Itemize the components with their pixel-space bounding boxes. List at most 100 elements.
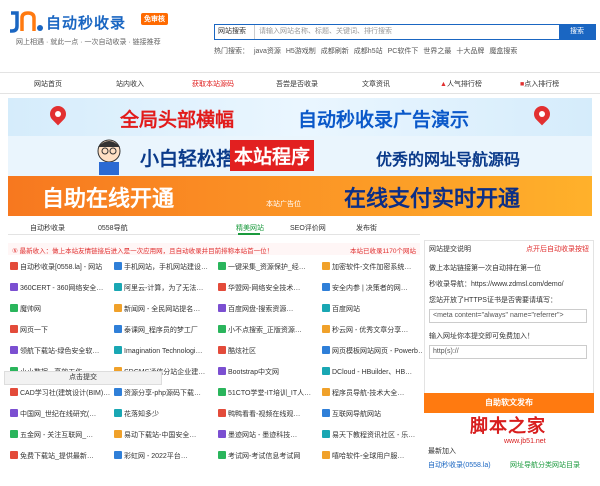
- site-link[interactable]: 秒云网 - 优秀文章分享…: [322, 325, 422, 339]
- site-favicon-icon: [218, 367, 226, 375]
- search-input[interactable]: 请输入网站名称、标题、关键词、排行搜索: [255, 25, 559, 39]
- site-link-label: 互联网导航网站: [332, 411, 381, 418]
- site-favicon-icon: [114, 388, 122, 396]
- site-link-label: 新闻网 - 全民网站提名…: [124, 306, 201, 313]
- site-favicon-icon: [218, 451, 226, 459]
- hot-term[interactable]: 成都刷新: [321, 48, 349, 55]
- site-link[interactable]: 华盟网-网络安全技术…: [218, 283, 318, 297]
- site-favicon-icon: [114, 262, 122, 270]
- submit-panel-link[interactable]: 点开后自动收录按钮: [526, 244, 589, 254]
- banner-header-ad[interactable]: 全局头部横幅 自动秒收录广告演示: [8, 98, 592, 136]
- site-link[interactable]: 360CERT - 360网络安全…: [10, 283, 110, 297]
- hot-term[interactable]: 魔盒搜索: [489, 48, 517, 55]
- hot-search: 热门搜索： java资源 H5游戏制 成都刷新 成都h5站 PC软件下 世界之最 十大品牌 魔盒…: [214, 46, 598, 56]
- site-link[interactable]: 泰课网_程序员的梦工厂: [114, 325, 214, 339]
- nav-item-check[interactable]: 吾尝是否收录: [276, 79, 318, 89]
- site-link[interactable]: 魔帅网: [10, 304, 110, 318]
- map-pin-icon: [46, 102, 70, 126]
- site-link[interactable]: 花落知多少: [114, 409, 214, 423]
- site-favicon-icon: [322, 409, 330, 417]
- site-link[interactable]: 五金网 - 关注互联网_…: [10, 430, 110, 444]
- hot-term[interactable]: 十大品牌: [456, 48, 484, 55]
- banner-self-service-ad[interactable]: 自助在线开通 本站广告位 在线支付实时开通: [8, 176, 592, 216]
- submit-button[interactable]: 点击提交: [4, 371, 162, 385]
- banner-text-payment: 在线支付实时开通: [344, 186, 521, 211]
- hot-term[interactable]: PC软件下: [388, 48, 419, 55]
- search-button[interactable]: 搜索: [559, 25, 595, 39]
- site-link[interactable]: 嘻哈软件-全球用户服…: [322, 451, 422, 465]
- cartoon-character-icon: [97, 139, 121, 175]
- site-link-label: 百度网站: [332, 306, 360, 313]
- site-link[interactable]: 51CTO学堂-IT培训_IT人…: [218, 388, 318, 402]
- hot-term[interactable]: 成都h5站: [354, 48, 383, 55]
- site-link[interactable]: 加密软件-文件加密系统…: [322, 262, 422, 276]
- submit-panel-title: 网站提交说明: [429, 246, 471, 253]
- search-type-select[interactable]: 网站搜索: [215, 25, 255, 39]
- site-link[interactable]: 鸭鸭看看-视频在线观…: [218, 409, 318, 423]
- site-logo[interactable]: 自动秒收录 免审核 网上相遇 · 就此一点 · 一次自动收录 · 链接推荐: [8, 4, 178, 48]
- tab-seo[interactable]: SEO评价网: [290, 223, 326, 233]
- site-link[interactable]: 易天下教程资讯社区 - 乐…: [322, 430, 422, 444]
- site-link[interactable]: 一键采集_资源保护_经…: [218, 262, 318, 276]
- site-link[interactable]: 考试网-考试信息考试网: [218, 451, 318, 465]
- site-link-label: 彩虹网 - 2022平台…: [124, 453, 188, 460]
- site-link[interactable]: CAD学习社(建筑设计(BIM)…: [10, 388, 110, 402]
- popular-icon: ▲: [440, 81, 447, 88]
- site-link-label: 免费下载站_提供最新…: [20, 453, 94, 460]
- site-link[interactable]: Bootstrap中文网: [218, 367, 318, 381]
- meta-code-field[interactable]: <meta content="always" name="referrer">: [429, 309, 587, 323]
- site-link[interactable]: 网页模板网站网页 - Powerb…: [322, 346, 422, 360]
- site-link[interactable]: 墨迹网站 - 墨迹科技…: [218, 430, 318, 444]
- site-link[interactable]: 安全内参 | 决策者的网…: [322, 283, 422, 297]
- site-link-label: 百度网盘-搜索资源…: [228, 306, 294, 313]
- banner-source-ad[interactable]: 小白轻松搭建 本站程序 优秀的网址导航源码: [8, 136, 592, 176]
- site-link[interactable]: 易动下载站-中国安全…: [114, 430, 214, 444]
- site-link-label: 阿里云-计算，为了无法…: [124, 285, 204, 292]
- recent-item[interactable]: 网址导航分类网站目录: [510, 460, 580, 470]
- site-link-label: DCloud - HBuilder、HB…: [332, 369, 413, 376]
- site-link[interactable]: 酷炫社区: [218, 346, 318, 360]
- site-link[interactable]: 领航下载站-绿色安全软…: [10, 346, 110, 360]
- site-link[interactable]: 新闻网 - 全民网站提名…: [114, 304, 214, 318]
- site-favicon-icon: [10, 304, 18, 312]
- hot-term[interactable]: java资源: [254, 48, 281, 55]
- tab-featured[interactable]: 精美网站: [236, 223, 264, 233]
- nav-item-popular[interactable]: ▲人气排行榜: [440, 79, 482, 89]
- tab-0558[interactable]: 0558导航: [98, 223, 128, 233]
- notice-text: ⑤ 最新收入：做上本站友情链接后进入是一次应用网，且自动收录并目前排称本站首一位…: [12, 248, 274, 255]
- site-link[interactable]: 资源分享-php源码下载…: [114, 388, 214, 402]
- url-input[interactable]: http(s)://: [429, 345, 587, 359]
- publish-article-button[interactable]: 自助软文发布: [424, 393, 594, 413]
- logo-badge: 免审核: [141, 13, 168, 25]
- site-link[interactable]: Imagination Technologi…: [114, 346, 214, 360]
- site-link[interactable]: 小不点搜索_正版资源…: [218, 325, 318, 339]
- hot-term[interactable]: 世界之最: [423, 48, 451, 55]
- nav-item-home[interactable]: 网站首页: [34, 79, 62, 89]
- site-link[interactable]: 阿里云-计算，为了无法…: [114, 283, 214, 297]
- site-link[interactable]: 百度网盘-搜索资源…: [218, 304, 318, 318]
- nav-item-source[interactable]: 获取本站源码: [192, 79, 234, 89]
- site-link[interactable]: 免费下载站_提供最新…: [10, 451, 110, 465]
- site-link[interactable]: 网页一下: [10, 325, 110, 339]
- site-link[interactable]: 程序员导航-技术大全…: [322, 388, 422, 402]
- nav-item-articles[interactable]: 文章资讯: [362, 79, 390, 89]
- site-link-label: 泰课网_程序员的梦工厂: [124, 327, 198, 334]
- watermark-url: www.jb51.net: [504, 438, 546, 445]
- site-favicon-icon: [10, 325, 18, 333]
- recent-item[interactable]: 自动秒收录(0558.la): [428, 460, 491, 470]
- site-link-label: 嘻哈软件-全球用户服…: [332, 453, 405, 460]
- site-link-label: 自动秒收录[0558.la] - 网站: [20, 264, 103, 271]
- site-link[interactable]: 百度网站: [322, 304, 422, 318]
- site-link[interactable]: DCloud - HBuilder、HB…: [322, 367, 422, 381]
- nav-item-submit[interactable]: 站内收入: [116, 79, 144, 89]
- site-link[interactable]: 自动秒收录[0558.la] - 网站: [10, 262, 110, 276]
- site-link[interactable]: 中国网_世纪在线研究(…: [10, 409, 110, 423]
- site-link[interactable]: 彩虹网 - 2022平台…: [114, 451, 214, 465]
- site-link-label: Imagination Technologi…: [124, 348, 203, 355]
- tab-publish[interactable]: 发布街: [356, 223, 377, 233]
- site-link[interactable]: 互联网导航网站: [322, 409, 422, 423]
- nav-item-clicks[interactable]: ■点入排行榜: [520, 79, 559, 89]
- site-link[interactable]: 手机网站，手机网站建设…: [114, 262, 214, 276]
- hot-term[interactable]: H5游戏制: [286, 48, 316, 55]
- tab-auto[interactable]: 自动秒收录: [30, 223, 65, 233]
